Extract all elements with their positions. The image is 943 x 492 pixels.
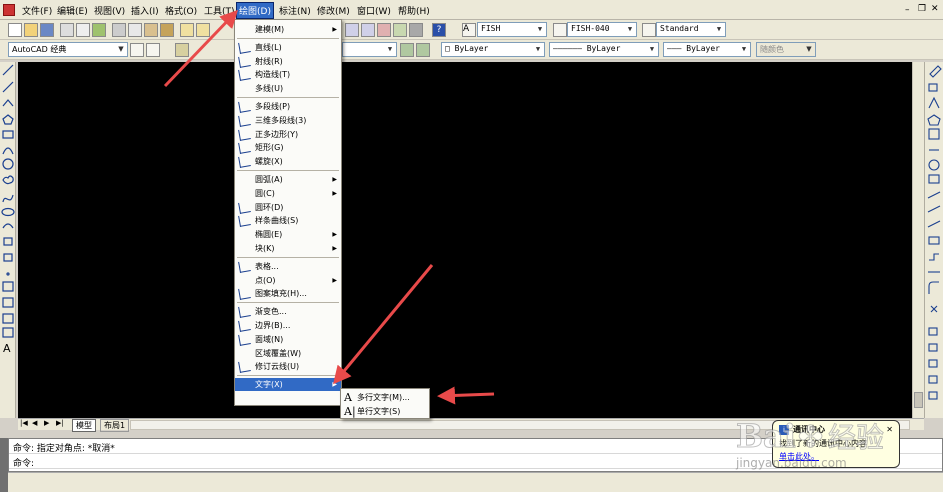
annotation-overlay xyxy=(163,9,495,405)
annotation-arrow-text-item xyxy=(333,264,434,385)
annotation-arrow-mtext xyxy=(437,386,495,405)
annotation-arrow-menu xyxy=(163,9,239,88)
